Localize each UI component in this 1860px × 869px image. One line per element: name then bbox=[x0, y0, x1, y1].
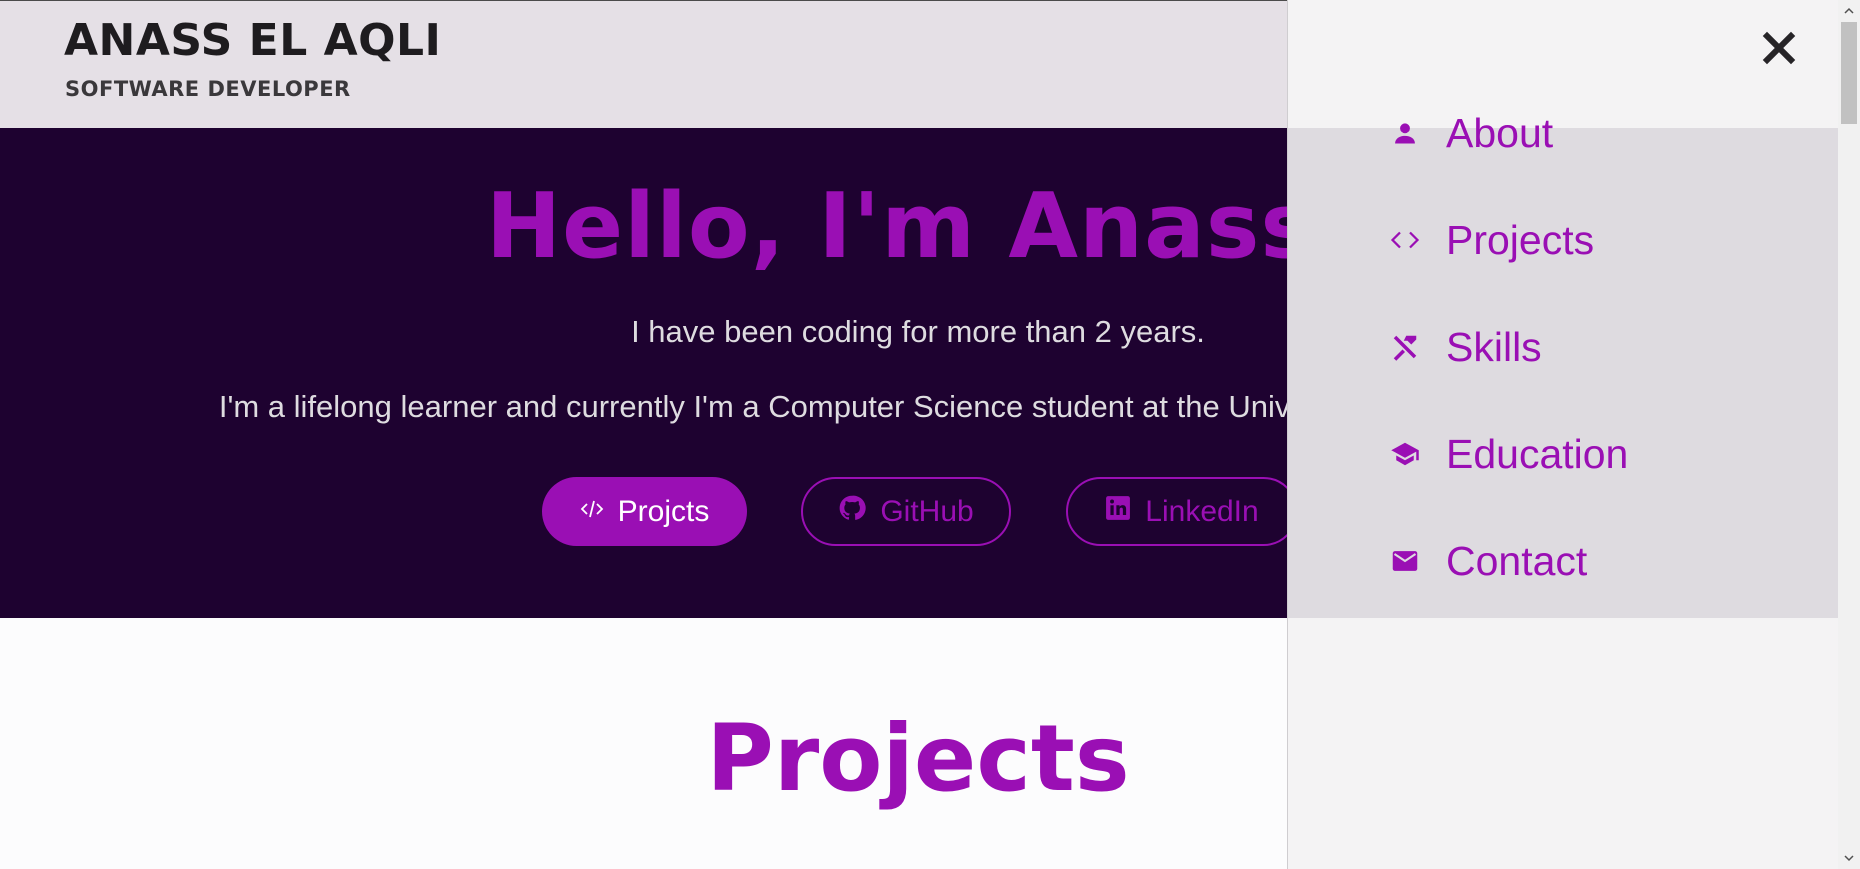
graduation-cap-icon bbox=[1388, 437, 1422, 471]
nav-item-about[interactable]: About bbox=[1388, 103, 1553, 163]
nav-item-skills[interactable]: Skills bbox=[1388, 317, 1542, 377]
scrollbar-thumb[interactable] bbox=[1841, 22, 1857, 124]
linkedin-button-label: LinkedIn bbox=[1145, 494, 1259, 528]
linkedin-icon bbox=[1105, 495, 1145, 529]
mail-icon bbox=[1388, 544, 1422, 578]
code-icon bbox=[1388, 223, 1422, 257]
code-icon bbox=[580, 495, 618, 529]
close-icon bbox=[1762, 26, 1796, 76]
nav-drawer: About Projects Skills Education Contact bbox=[1287, 0, 1839, 869]
page-scrollbar[interactable] bbox=[1838, 0, 1860, 869]
brand-name[interactable]: ANASS EL AQLI bbox=[64, 15, 441, 66]
tools-icon bbox=[1388, 330, 1422, 364]
scroll-up-arrow-icon[interactable] bbox=[1838, 0, 1860, 22]
person-icon bbox=[1388, 116, 1422, 150]
nav-item-education[interactable]: Education bbox=[1388, 424, 1628, 484]
nav-item-label: About bbox=[1446, 109, 1554, 156]
linkedin-button[interactable]: LinkedIn bbox=[1066, 477, 1298, 546]
nav-item-label: Skills bbox=[1446, 323, 1542, 370]
projects-button-label: Projcts bbox=[617, 494, 710, 528]
github-button[interactable]: GitHub bbox=[801, 477, 1011, 546]
nav-item-contact[interactable]: Contact bbox=[1388, 531, 1587, 591]
brand-role: SOFTWARE DEVELOPER bbox=[65, 77, 351, 101]
projects-button[interactable]: Projcts bbox=[542, 477, 747, 546]
close-menu-button[interactable] bbox=[1758, 30, 1800, 72]
github-icon bbox=[838, 494, 880, 530]
nav-item-label: Projects bbox=[1446, 216, 1595, 263]
nav-item-label: Education bbox=[1446, 430, 1629, 477]
nav-item-projects[interactable]: Projects bbox=[1388, 210, 1594, 270]
scroll-down-arrow-icon[interactable] bbox=[1838, 847, 1860, 869]
github-button-label: GitHub bbox=[880, 494, 974, 528]
nav-item-label: Contact bbox=[1446, 537, 1588, 584]
